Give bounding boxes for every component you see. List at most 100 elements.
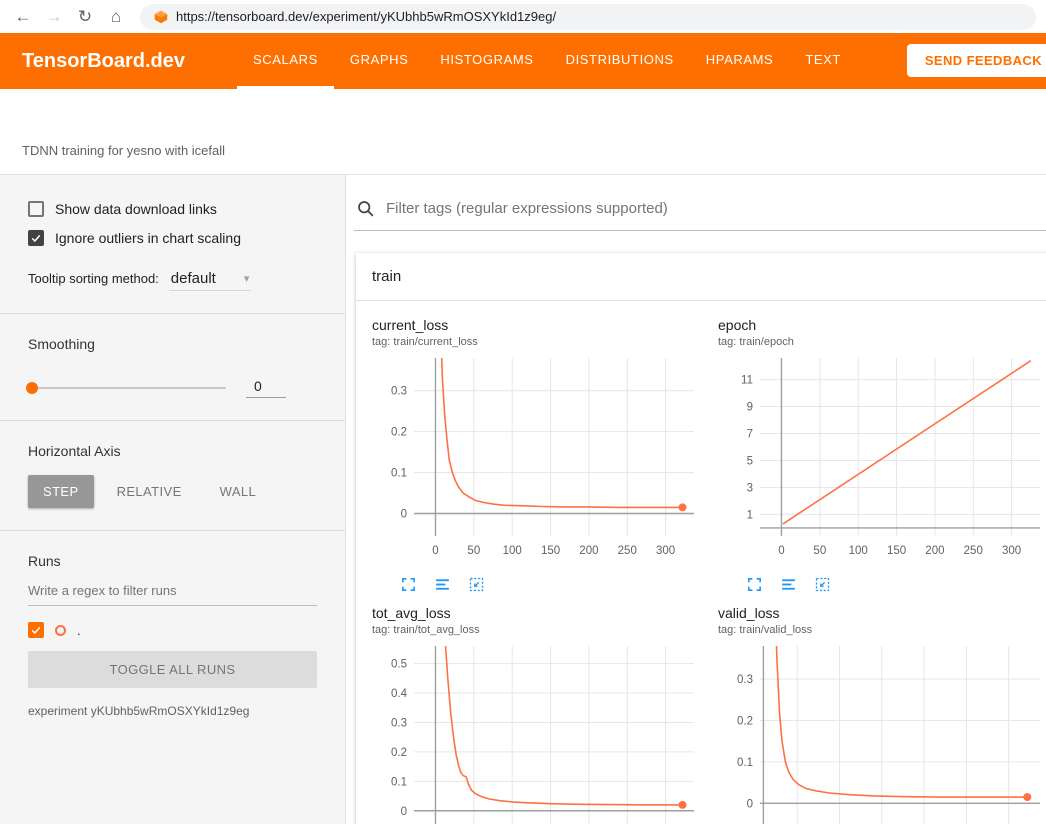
run-row[interactable]: . — [28, 622, 317, 638]
run-color-swatch — [55, 625, 66, 636]
svg-text:100: 100 — [849, 545, 868, 557]
line-chart[interactable]: 5010015020025030000.10.20.3 — [714, 640, 1046, 824]
svg-text:100: 100 — [503, 545, 522, 557]
tooltip-sorting-dropdown[interactable]: default ▾ — [169, 270, 252, 291]
train-card-header[interactable]: train — [356, 253, 1046, 301]
run-checkbox[interactable] — [28, 622, 44, 638]
back-icon[interactable]: ← — [10, 4, 36, 30]
tab-scalars[interactable]: SCALARS — [237, 33, 334, 89]
settings-sidebar: Show data download links Ignore outliers… — [0, 175, 346, 824]
smoothing-slider-row: 0 — [28, 378, 317, 398]
svg-text:0: 0 — [432, 545, 438, 557]
svg-text:11: 11 — [741, 375, 753, 387]
show-download-links-label: Show data download links — [55, 201, 217, 217]
ignore-outliers-checkbox[interactable] — [28, 230, 44, 246]
chart-toolbar — [714, 573, 1046, 601]
line-chart[interactable]: 05010015020025030000.10.20.30.40.5 — [368, 640, 714, 824]
chart-tag: tag: train/epoch — [714, 333, 1046, 352]
chart-title: tot_avg_loss — [368, 605, 714, 621]
fit-domain-icon[interactable] — [468, 576, 485, 593]
ignore-outliers-label: Ignore outliers in chart scaling — [55, 230, 241, 246]
scalars-main: train current_loss tag: train/current_lo… — [346, 175, 1046, 824]
svg-text:50: 50 — [467, 545, 480, 557]
runs-label: Runs — [28, 553, 317, 569]
show-download-links-checkbox[interactable] — [28, 201, 44, 217]
tooltip-sorting-row: Tooltip sorting method: default ▾ — [28, 270, 317, 291]
chart-card-epoch: epoch tag: train/epoch 0 50 100 150 200 250 30… — [714, 317, 1046, 601]
chart-card-current-loss: current_loss tag: train/current_loss 0 50… — [368, 317, 714, 601]
svg-text:150: 150 — [541, 545, 560, 557]
tab-histograms[interactable]: HISTOGRAMS — [424, 33, 549, 89]
fit-domain-icon[interactable] — [814, 576, 831, 593]
run-name: . — [77, 623, 81, 638]
log-scale-icon[interactable] — [780, 576, 797, 593]
log-scale-icon[interactable] — [434, 576, 451, 593]
expand-icon[interactable] — [746, 576, 763, 593]
divider — [0, 420, 345, 421]
svg-text:5: 5 — [747, 455, 753, 467]
smoothing-slider-thumb[interactable] — [26, 382, 38, 394]
svg-text:3: 3 — [747, 482, 753, 494]
svg-text:200: 200 — [579, 545, 598, 557]
svg-text:0: 0 — [747, 798, 753, 810]
tab-text[interactable]: TEXT — [789, 33, 857, 89]
svg-text:300: 300 — [1002, 545, 1021, 557]
experiment-banner: TDNN training for yesno with icefall — [0, 89, 1046, 175]
svg-text:0.4: 0.4 — [391, 688, 408, 700]
smoothing-label: Smoothing — [28, 336, 317, 352]
chart-title: epoch — [714, 317, 1046, 333]
send-feedback-button[interactable]: SEND FEEDBACK — [907, 44, 1046, 77]
axis-relative-button[interactable]: RELATIVE — [102, 475, 197, 508]
divider — [0, 313, 345, 314]
smoothing-value[interactable]: 0 — [246, 378, 286, 398]
svg-text:250: 250 — [618, 545, 637, 557]
expand-icon[interactable] — [400, 576, 417, 593]
axis-step-button[interactable]: STEP — [28, 475, 94, 508]
runs-filter-input[interactable] — [28, 569, 317, 606]
line-chart[interactable]: 05010015020025030000.10.20.3 — [368, 352, 714, 573]
svg-text:0.3: 0.3 — [391, 386, 407, 398]
show-download-links-row[interactable]: Show data download links — [28, 201, 317, 217]
address-bar[interactable]: https://tensorboard.dev/experiment/yKUbh… — [140, 4, 1036, 30]
tab-distributions[interactable]: DISTRIBUTIONS — [550, 33, 690, 89]
svg-text:0: 0 — [401, 806, 407, 818]
svg-text:50: 50 — [813, 545, 826, 557]
chart-toolbar — [368, 573, 714, 601]
horizontal-axis-buttons: STEP RELATIVE WALL — [28, 475, 317, 508]
home-icon[interactable]: ⌂ — [103, 4, 129, 30]
divider — [0, 530, 345, 531]
svg-text:0.2: 0.2 — [391, 747, 407, 759]
chart-tag: tag: train/current_loss — [368, 333, 714, 352]
chart-tag: tag: train/valid_loss — [714, 621, 1046, 640]
tag-filter-input[interactable] — [384, 199, 1046, 218]
svg-text:0.2: 0.2 — [737, 716, 753, 728]
nav-tabs: SCALARS GRAPHS HISTOGRAMS DISTRIBUTIONS … — [237, 33, 857, 89]
horizontal-axis-label: Horizontal Axis — [28, 443, 317, 459]
tab-hparams[interactable]: HPARAMS — [690, 33, 790, 89]
svg-text:250: 250 — [964, 545, 983, 557]
svg-text:0: 0 — [778, 545, 784, 557]
svg-text:9: 9 — [747, 402, 753, 414]
svg-text:150: 150 — [887, 545, 906, 557]
chart-title: valid_loss — [714, 605, 1046, 621]
experiment-description: TDNN training for yesno with icefall — [22, 143, 225, 158]
chart-title: current_loss — [368, 317, 714, 333]
svg-text:200: 200 — [925, 545, 944, 557]
tab-graphs[interactable]: GRAPHS — [334, 33, 425, 89]
svg-text:0.1: 0.1 — [391, 776, 407, 788]
tooltip-sorting-value: default — [171, 270, 216, 287]
app-title: TensorBoard.dev — [22, 50, 185, 73]
svg-text:0.3: 0.3 — [391, 717, 407, 729]
search-icon — [356, 199, 375, 218]
toggle-all-runs-button[interactable]: TOGGLE ALL RUNS — [28, 651, 317, 688]
svg-text:0.2: 0.2 — [391, 427, 407, 439]
reload-icon[interactable]: ↻ — [72, 4, 98, 30]
chart-card-tot-avg-loss: tot_avg_loss tag: train/tot_avg_loss 050… — [368, 605, 714, 824]
axis-wall-button[interactable]: WALL — [205, 475, 272, 508]
url-text: https://tensorboard.dev/experiment/yKUbh… — [176, 9, 556, 24]
smoothing-slider[interactable] — [28, 387, 226, 389]
line-chart[interactable]: 0501001502002503001357911 — [714, 352, 1046, 573]
tooltip-sorting-label: Tooltip sorting method: — [28, 271, 159, 286]
ignore-outliers-row[interactable]: Ignore outliers in chart scaling — [28, 230, 317, 246]
forward-icon[interactable]: → — [41, 4, 67, 30]
